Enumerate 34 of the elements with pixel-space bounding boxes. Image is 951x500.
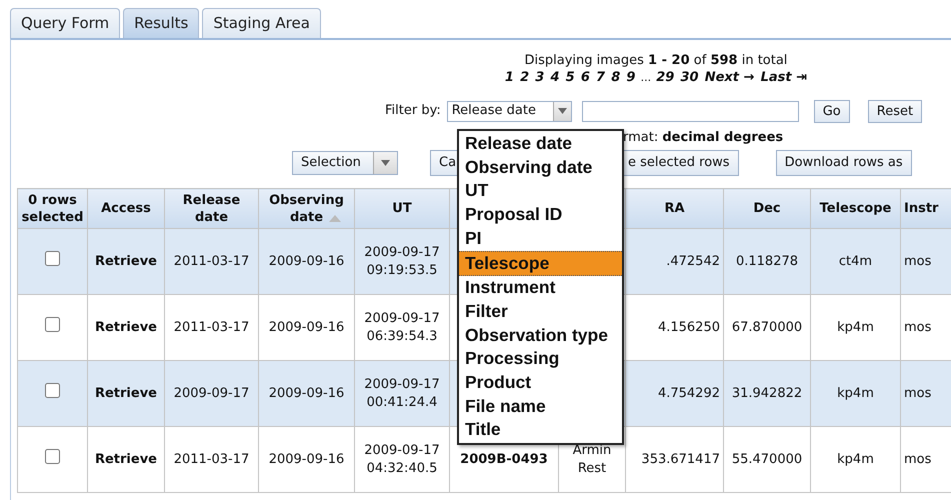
table-cell: 2011-03-17 bbox=[174, 254, 250, 268]
table-cell: 2009-09-17 09:19:53.5 bbox=[364, 244, 440, 278]
table-cell: 2009-09-17 06:39:54.3 bbox=[364, 310, 440, 344]
table-cell: 2009-09-17 00:41:24.4 bbox=[364, 376, 440, 410]
table-cell: .472542 bbox=[666, 254, 720, 268]
table-cell: mos bbox=[904, 320, 932, 334]
table-cell: 4.156250 bbox=[658, 320, 720, 334]
table-cell: 55.470000 bbox=[732, 452, 802, 466]
pagination-ellipsis: ... bbox=[640, 71, 652, 84]
table-cell: 353.671417 bbox=[641, 452, 720, 466]
table-cell: 67.870000 bbox=[732, 320, 802, 334]
table-cell: 0.118278 bbox=[736, 254, 798, 268]
table-cell: 31.942822 bbox=[732, 386, 802, 400]
table-cell: 2009B-0493 bbox=[460, 452, 548, 466]
table-cell: 2011-03-17 bbox=[174, 452, 250, 466]
table-cell: 2009-09-16 bbox=[268, 254, 344, 268]
table-cell: mos bbox=[904, 254, 932, 268]
table-cell: 2009-09-16 bbox=[268, 320, 344, 334]
coordinate-format-note: rmat: decimal degrees bbox=[623, 130, 784, 145]
table-cell: ct4m bbox=[838, 254, 872, 268]
table-cell: 2011-03-17 bbox=[174, 320, 250, 334]
results-summary: Displaying images 1 - 20 of 598 in total bbox=[523, 52, 788, 69]
table-cell: kp4m bbox=[837, 320, 874, 334]
table-cell: kp4m bbox=[837, 386, 874, 400]
table-cell: 2009-09-17 04:32:40.5 bbox=[364, 442, 440, 476]
table-cell: kp4m bbox=[837, 452, 874, 466]
table-cell: Armin Rest bbox=[572, 442, 612, 476]
table-cell: mos bbox=[904, 452, 932, 466]
filter-label: Filter by: bbox=[385, 102, 441, 120]
table-cell: 2009-09-17 bbox=[174, 386, 250, 400]
table-cell: 2009-09-16 bbox=[268, 386, 344, 400]
table-cell: 4.754292 bbox=[658, 386, 720, 400]
table-cell: 2009-09-16 bbox=[268, 452, 344, 466]
table-cell: mos bbox=[904, 386, 932, 400]
